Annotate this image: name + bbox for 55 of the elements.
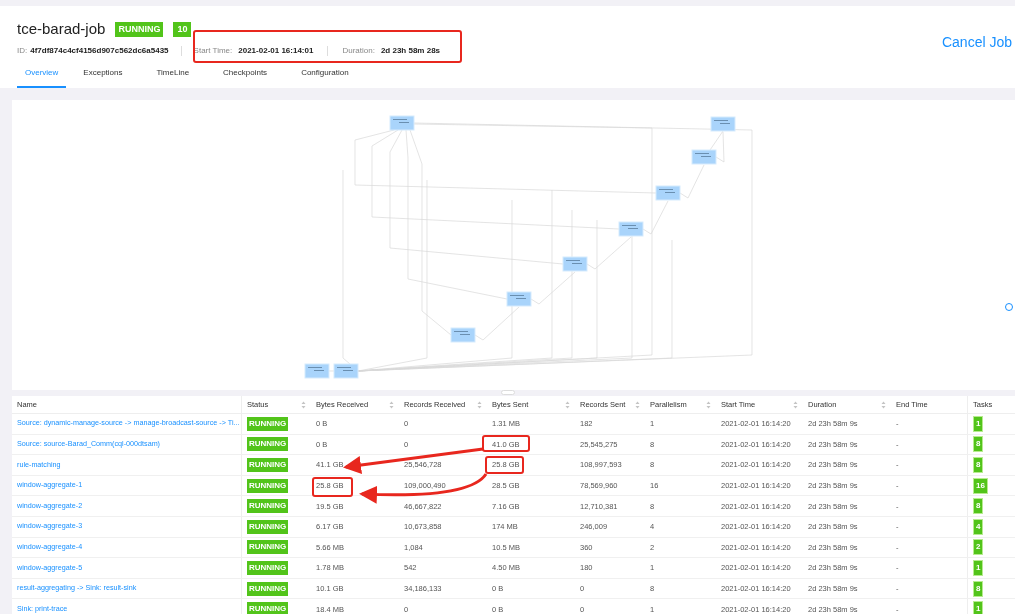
status-badge: RUNNING	[247, 540, 289, 555]
sort-icon[interactable]	[793, 400, 798, 409]
task-count-badge: 10	[173, 21, 192, 37]
task-count-badge: 2	[973, 539, 984, 556]
graph-node[interactable]	[710, 116, 736, 132]
graph-node[interactable]	[333, 363, 359, 379]
sort-icon[interactable]	[389, 400, 394, 409]
task-count-badge: 1	[973, 601, 984, 614]
task-count-badge: 4	[973, 518, 984, 535]
annotation-box	[485, 456, 524, 474]
duration-value: 2d 23h 58m 28s	[380, 44, 441, 57]
status-badge: RUNNING	[247, 416, 289, 431]
graph-node[interactable]	[618, 221, 644, 237]
sort-icon[interactable]	[635, 400, 640, 409]
graph-node[interactable]	[655, 185, 681, 201]
tab[interactable]: Exceptions	[66, 66, 140, 88]
tab[interactable]: TimeLine	[139, 66, 207, 88]
job-id: 4f7df874c4cf4156d907c562dc6a5435	[30, 44, 169, 57]
zoom-slider-handle[interactable]	[1005, 303, 1013, 311]
sort-icon[interactable]	[301, 400, 306, 409]
task-count-badge: 8	[973, 436, 984, 453]
task-count-badge: 1	[973, 415, 984, 432]
status-badge: RUNNING	[247, 437, 289, 452]
annotation-box	[482, 435, 530, 452]
status-badge: RUNNING	[247, 519, 289, 534]
id-label: ID:	[17, 44, 28, 57]
job-title: tce-barad-job	[17, 19, 106, 39]
sort-icon[interactable]	[706, 400, 711, 409]
status-badge: RUNNING	[247, 478, 289, 493]
graph-node[interactable]	[450, 327, 476, 343]
task-count-badge: 8	[973, 457, 984, 473]
status-badge: RUNNING	[247, 560, 289, 575]
task-count-badge: 16	[973, 477, 988, 494]
annotation-box	[312, 477, 353, 497]
status-badge: RUNNING	[247, 458, 289, 472]
status-badge: RUNNING	[247, 602, 289, 614]
graph-node[interactable]	[304, 363, 330, 379]
graph-node[interactable]	[389, 115, 415, 131]
tab[interactable]: Checkpoints	[206, 66, 285, 88]
graph-node[interactable]	[562, 256, 588, 272]
graph-node[interactable]	[691, 149, 717, 165]
graph-node[interactable]	[506, 291, 532, 307]
sort-icon[interactable]	[565, 400, 570, 409]
resize-handle[interactable]	[500, 390, 515, 395]
task-count-badge: 1	[973, 559, 984, 576]
status-badge: RUNNING	[247, 581, 289, 596]
sort-icon[interactable]	[881, 400, 886, 409]
task-count-badge: 8	[973, 498, 984, 515]
status-badge: RUNNING	[247, 499, 289, 514]
sort-icon[interactable]	[477, 400, 482, 409]
status-badge: RUNNING	[115, 21, 164, 37]
start-time-value: 2021-02-01 16:14:01	[238, 44, 314, 57]
task-count-badge: 8	[973, 580, 984, 597]
tab[interactable]: Configuration	[284, 66, 366, 88]
duration-label: Duration:	[342, 44, 375, 57]
